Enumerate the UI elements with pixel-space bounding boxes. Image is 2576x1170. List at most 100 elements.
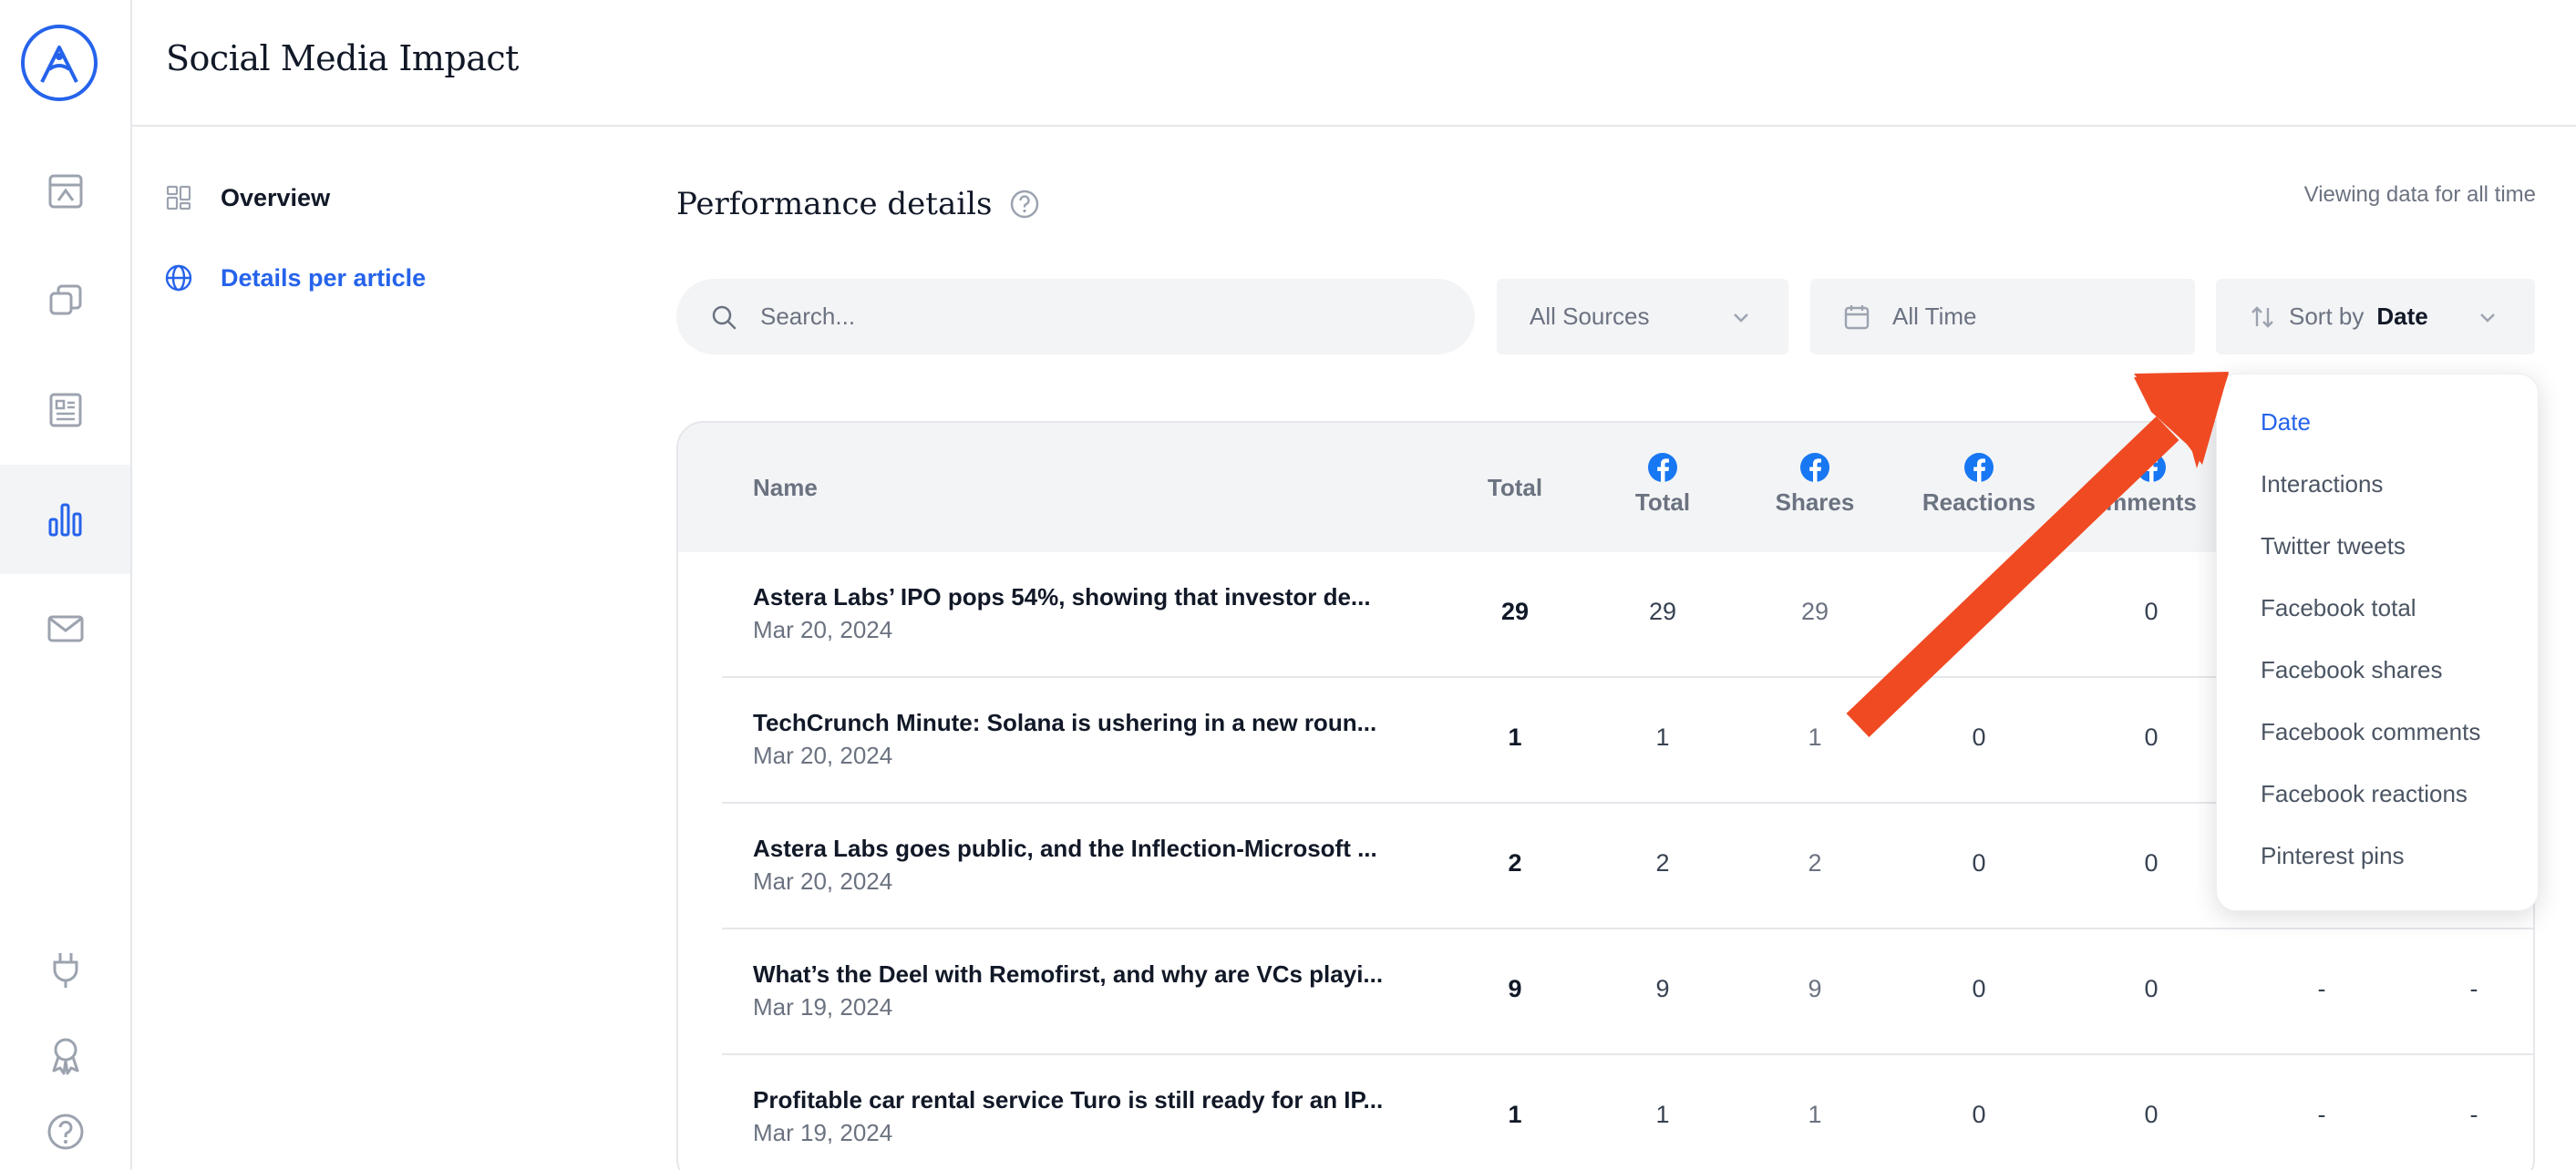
sort-label: Sort by	[2289, 303, 2365, 330]
dashboard-icon	[48, 174, 82, 209]
cell-comments: 0	[2144, 598, 2159, 625]
info-icon[interactable]	[1008, 188, 1041, 221]
cell-reactions: 0	[1972, 598, 1986, 625]
search-box[interactable]	[676, 279, 1475, 354]
subnav-details-per-article[interactable]: Details per article	[164, 255, 426, 301]
facebook-icon	[1964, 453, 1994, 482]
performance-title-text: Performance details	[676, 186, 993, 222]
nav-dashboard[interactable]	[0, 137, 130, 246]
cell-comments: 0	[2144, 849, 2159, 877]
cell-fb-total: 9	[1655, 975, 1670, 1002]
copy-icon	[49, 284, 81, 315]
viewing-range-text: Viewing data for all time	[2303, 182, 2536, 207]
sources-select[interactable]: All Sources	[1497, 279, 1788, 354]
article-title[interactable]: Astera Labs goes public, and the Inflect…	[753, 835, 1391, 863]
icon-rail	[0, 0, 132, 1170]
search-icon	[712, 305, 737, 329]
col-shares-label: Shares	[1775, 488, 1855, 516]
sort-option-interactions[interactable]: Interactions	[2261, 470, 2383, 498]
cell-col7: -	[2317, 1101, 2326, 1128]
nav-analytics[interactable]	[0, 465, 130, 574]
sort-value: Date	[2376, 303, 2428, 330]
col-fb-total[interactable]: Total	[1608, 452, 1717, 517]
performance-title: Performance details	[676, 186, 1041, 222]
table-row[interactable]: What’s the Deel with Remofirst, and why …	[722, 929, 2533, 1055]
article-date: Mar 19, 2024	[753, 1119, 893, 1146]
article-title[interactable]: What’s the Deel with Remofirst, and why …	[753, 960, 1391, 989]
calendar-icon	[1844, 304, 1870, 329]
col-total[interactable]: Total	[1460, 474, 1570, 502]
cell-shares: 1	[1808, 724, 1822, 751]
col-name[interactable]: Name	[753, 474, 818, 502]
sources-select-value: All Sources	[1530, 303, 1650, 330]
time-range-value: All Time	[1892, 303, 1977, 330]
plug-icon	[53, 953, 77, 988]
cell-reactions: 0	[1972, 849, 1986, 877]
cell-total: 2	[1508, 849, 1522, 877]
logo-icon[interactable]	[20, 24, 98, 102]
mail-icon	[47, 615, 83, 642]
cell-reactions: 0	[1972, 724, 1986, 751]
chevron-down-icon	[2480, 313, 2495, 323]
subnav-overview-label: Overview	[221, 183, 331, 211]
sort-option-pinterest-pins[interactable]: Pinterest pins	[2261, 842, 2405, 870]
cell-comments: 0	[2144, 724, 2159, 751]
article-date: Mar 20, 2024	[753, 616, 893, 643]
col-comments-label: mments	[2106, 488, 2197, 516]
nav-mail[interactable]	[0, 574, 130, 683]
cell-shares: 1	[1808, 1101, 1822, 1128]
sort-option-facebook-comments[interactable]: Facebook comments	[2261, 718, 2480, 746]
cell-col8: -	[2469, 975, 2478, 1002]
sort-option-facebook-total[interactable]: Facebook total	[2261, 594, 2416, 622]
cell-fb-total: 1	[1655, 724, 1670, 751]
cell-shares: 2	[1808, 849, 1822, 877]
help-icon	[47, 1114, 83, 1150]
article-date: Mar 20, 2024	[753, 742, 893, 769]
cell-reactions: 0	[1972, 1101, 1986, 1128]
cell-total: 29	[1500, 598, 1530, 625]
grid-icon	[166, 185, 191, 210]
nav-articles[interactable]	[0, 355, 130, 465]
cell-fb-total: 29	[1648, 598, 1677, 625]
facebook-icon	[2137, 453, 2166, 482]
cell-comments: 0	[2144, 975, 2159, 1002]
sort-dropdown-menu: Date Interactions Twitter tweets Faceboo…	[2216, 374, 2539, 911]
cell-col8: -	[2469, 1101, 2478, 1128]
cell-fb-total: 1	[1655, 1101, 1670, 1128]
col-reactions[interactable]: Reactions	[1911, 452, 2047, 517]
sort-option-twitter-tweets[interactable]: Twitter tweets	[2261, 532, 2406, 560]
nav-help[interactable]	[0, 1079, 130, 1170]
subnav-details-label: Details per article	[221, 263, 427, 292]
cell-total: 1	[1508, 724, 1522, 751]
top-header: Social Media Impact	[132, 0, 2576, 127]
sort-option-facebook-shares[interactable]: Facebook shares	[2261, 656, 2442, 684]
sort-select[interactable]: Sort by Date	[2216, 279, 2535, 354]
sort-icon	[2251, 305, 2273, 328]
cell-comments: 0	[2144, 1101, 2159, 1128]
sort-option-date[interactable]: Date	[2261, 408, 2311, 436]
page-title: Social Media Impact	[166, 38, 519, 78]
article-title[interactable]: Profitable car rental service Turo is st…	[753, 1086, 1391, 1114]
cell-fb-total: 2	[1655, 849, 1670, 877]
col-shares[interactable]: Shares	[1760, 452, 1870, 517]
article-title[interactable]: TechCrunch Minute: Solana is ushering in…	[753, 709, 1391, 737]
article-icon	[49, 393, 81, 427]
cell-total: 1	[1508, 1101, 1522, 1128]
badge-icon	[52, 1038, 78, 1075]
col-reactions-label: Reactions	[1922, 488, 2036, 516]
article-date: Mar 19, 2024	[753, 993, 893, 1021]
cell-col7: -	[2317, 975, 2326, 1002]
sort-option-facebook-reactions[interactable]: Facebook reactions	[2261, 780, 2468, 808]
cell-shares: 29	[1800, 598, 1829, 625]
col-comments[interactable]: mments	[2097, 452, 2206, 517]
cell-shares: 9	[1808, 975, 1822, 1002]
bar-chart-icon	[48, 503, 81, 537]
search-input[interactable]	[760, 303, 1398, 331]
nav-copies[interactable]	[0, 246, 130, 355]
globe-icon	[165, 264, 192, 292]
table-row[interactable]: Profitable car rental service Turo is st…	[722, 1055, 2533, 1170]
article-title[interactable]: Astera Labs’ IPO pops 54%, showing that …	[753, 583, 1391, 611]
subnav-overview[interactable]: Overview	[164, 175, 330, 221]
time-range-select[interactable]: All Time	[1810, 279, 2195, 354]
article-date: Mar 20, 2024	[753, 867, 893, 895]
